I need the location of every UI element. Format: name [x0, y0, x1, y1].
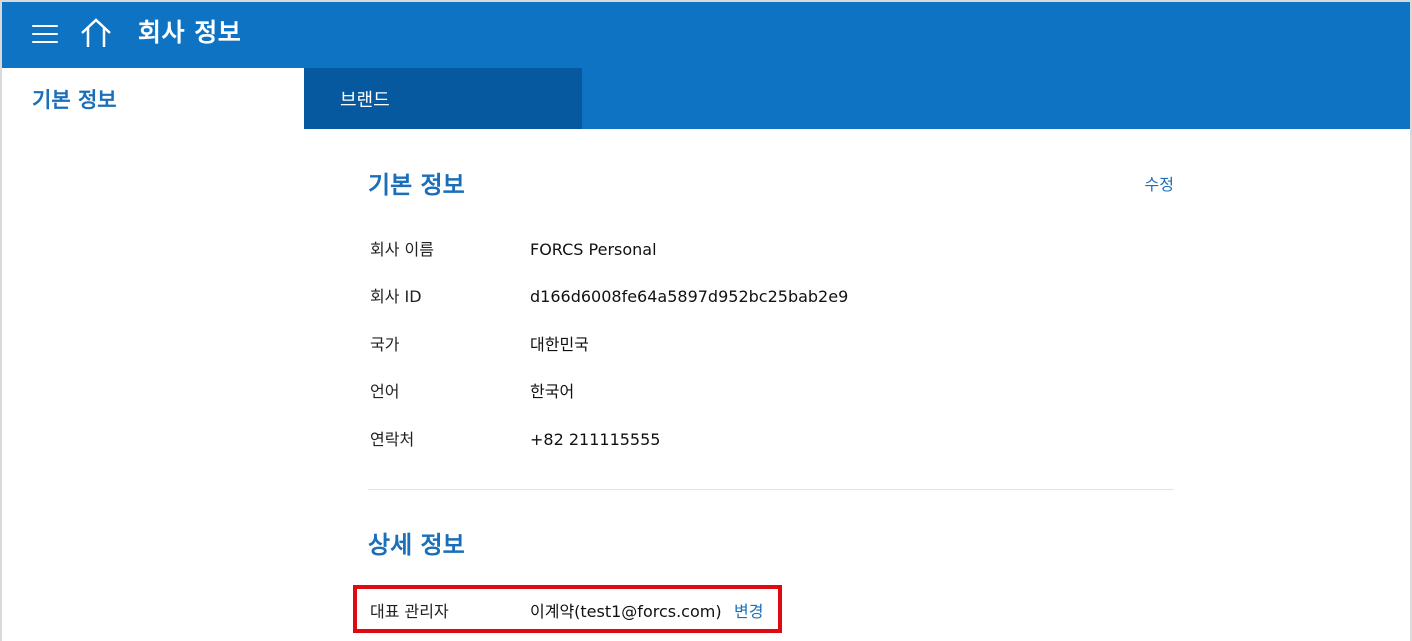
info-value: FORCS Personal [530, 240, 657, 259]
info-value: +82 211115555 [530, 429, 661, 449]
info-label: 언어 [370, 382, 400, 402]
section-title-detail-info: 상세 정보 [368, 531, 465, 559]
change-admin-button[interactable]: 변경 [734, 599, 763, 625]
info-label: 대표 관리자 [370, 602, 449, 621]
info-label: 회사 ID [370, 287, 422, 307]
info-row-contact: 연락처 +82 211115555 [368, 427, 1174, 474]
info-label: 국가 [370, 334, 400, 354]
main-content: 기본 정보 수정 회사 이름 FORCS Personal 회사 ID d166… [368, 129, 1174, 621]
info-row-country: 국가 대한민국 [368, 332, 1174, 379]
info-value: 한국어 [530, 382, 575, 402]
edit-button[interactable]: 수정 [1145, 174, 1174, 196]
info-value: 이계약(test1@forcs.com) [530, 602, 722, 621]
info-label: 회사 이름 [370, 240, 434, 259]
tab-basic-info[interactable]: 기본 정보 [2, 68, 304, 129]
app-window: 회사 정보 기본 정보 브랜드 기본 정보 수정 회사 이름 FORCS Per… [0, 0, 1412, 641]
tab-bar: 기본 정보 브랜드 [2, 68, 1410, 129]
page-title: 회사 정보 [138, 18, 242, 47]
info-row-company-id: 회사 ID d166d6008fe64a5897d952bc25bab2e9 [368, 284, 1174, 331]
section-divider [368, 489, 1174, 490]
top-bar: 회사 정보 [2, 2, 1410, 68]
home-icon[interactable] [80, 18, 112, 48]
basic-info-list: 회사 이름 FORCS Personal 회사 ID d166d6008fe64… [368, 237, 1174, 474]
hamburger-menu-icon[interactable] [32, 22, 60, 46]
info-row-language: 언어 한국어 [368, 379, 1174, 426]
tab-brand[interactable]: 브랜드 [304, 68, 582, 129]
basic-info-header: 기본 정보 수정 [368, 129, 1174, 199]
info-row-representative-admin: 대표 관리자 이계약(test1@forcs.com) 변경 [368, 599, 788, 625]
section-title-basic-info: 기본 정보 [368, 171, 465, 199]
info-row-company-name: 회사 이름 FORCS Personal [368, 237, 1174, 284]
info-label: 연락처 [370, 429, 415, 449]
info-value: 대한민국 [530, 334, 589, 354]
info-value: d166d6008fe64a5897d952bc25bab2e9 [530, 287, 849, 307]
